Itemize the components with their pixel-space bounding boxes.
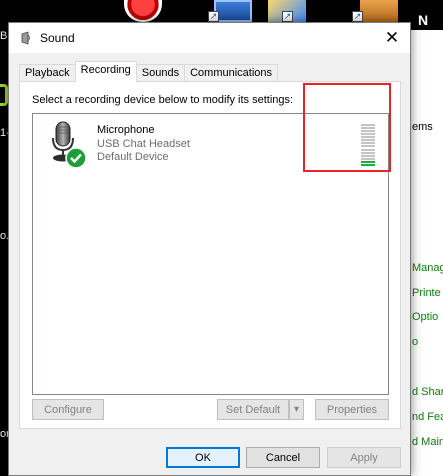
- level-segment: [361, 151, 375, 154]
- level-segment: [361, 148, 375, 151]
- chevron-down-icon: ▾: [293, 404, 300, 415]
- tab-recording[interactable]: Recording: [74, 61, 137, 82]
- recording-panel: Select a recording device below to modif…: [19, 81, 401, 429]
- configure-button[interactable]: Configure: [32, 399, 104, 420]
- level-meter: [361, 124, 375, 166]
- background-link[interactable]: Manage: [412, 262, 443, 274]
- level-segment: [361, 127, 375, 130]
- background-link[interactable]: nd Feat: [412, 411, 443, 423]
- background-link[interactable]: o: [412, 336, 418, 348]
- set-default-button[interactable]: Set Default: [217, 399, 289, 420]
- level-segment: [361, 157, 375, 160]
- background-partial-letter: N: [418, 12, 429, 28]
- background-link[interactable]: d Shari: [412, 386, 443, 398]
- default-check-icon: [65, 147, 87, 169]
- device-description: USB Chat Headset: [97, 138, 190, 150]
- instruction-text: Select a recording device below to modif…: [32, 94, 294, 106]
- level-segment: [361, 130, 375, 133]
- speaker-icon: [21, 31, 30, 45]
- ok-button[interactable]: OK: [166, 447, 240, 468]
- dialog-title: Sound: [40, 31, 75, 45]
- tab-communications[interactable]: Communications: [184, 64, 279, 82]
- title-bar[interactable]: Sound ✕: [9, 23, 410, 53]
- level-segment: [361, 145, 375, 148]
- powershell-shortcut-icon[interactable]: [214, 0, 252, 22]
- shortcut-arrow-icon: ↗: [352, 11, 363, 22]
- background-text: ems: [412, 121, 433, 133]
- level-segment: [361, 139, 375, 142]
- tab-playback[interactable]: Playback: [19, 64, 76, 82]
- close-button[interactable]: ✕: [374, 23, 410, 53]
- level-segment: [361, 133, 375, 136]
- shortcut-arrow-icon: ↗: [282, 11, 293, 22]
- sound-dialog: Sound ✕ Playback Recording Sounds Commun…: [8, 22, 411, 476]
- cancel-button[interactable]: Cancel: [246, 447, 320, 468]
- set-default-dropdown[interactable]: ▾: [289, 399, 304, 420]
- device-buttons: Configure Set Default ▾ Properties: [32, 399, 389, 421]
- desktop: ↗ ↗ ↗ N 2.2 ems Manage Printe Optio o d …: [0, 0, 443, 476]
- desktop-text: B: [0, 30, 8, 42]
- tab-strip: Playback Recording Sounds Communications: [19, 61, 279, 82]
- level-segment: [361, 160, 375, 163]
- background-link[interactable]: Printe: [412, 287, 441, 299]
- background-link[interactable]: d Main: [412, 436, 443, 448]
- level-segment: [361, 124, 375, 126]
- tab-sounds[interactable]: Sounds: [135, 64, 186, 82]
- level-segment: [361, 154, 375, 157]
- level-segment: [361, 142, 375, 145]
- background-text: 2.2: [424, 30, 440, 42]
- desktop-folder-icon[interactable]: [360, 0, 398, 22]
- device-status: Default Device: [97, 151, 169, 163]
- apply-button[interactable]: Apply: [327, 447, 401, 468]
- device-name: Microphone: [97, 124, 155, 136]
- background-link[interactable]: Optio: [412, 311, 438, 323]
- desktop-app-icon[interactable]: [124, 0, 162, 22]
- shortcut-arrow-icon: ↗: [208, 11, 219, 22]
- device-list[interactable]: Microphone USB Chat Headset Default Devi…: [32, 113, 389, 395]
- device-item-microphone[interactable]: Microphone USB Chat Headset Default Devi…: [33, 114, 388, 174]
- properties-button[interactable]: Properties: [315, 399, 389, 420]
- level-segment: [361, 136, 375, 139]
- level-segment: [361, 163, 375, 166]
- desktop-icon-edge: [0, 84, 8, 106]
